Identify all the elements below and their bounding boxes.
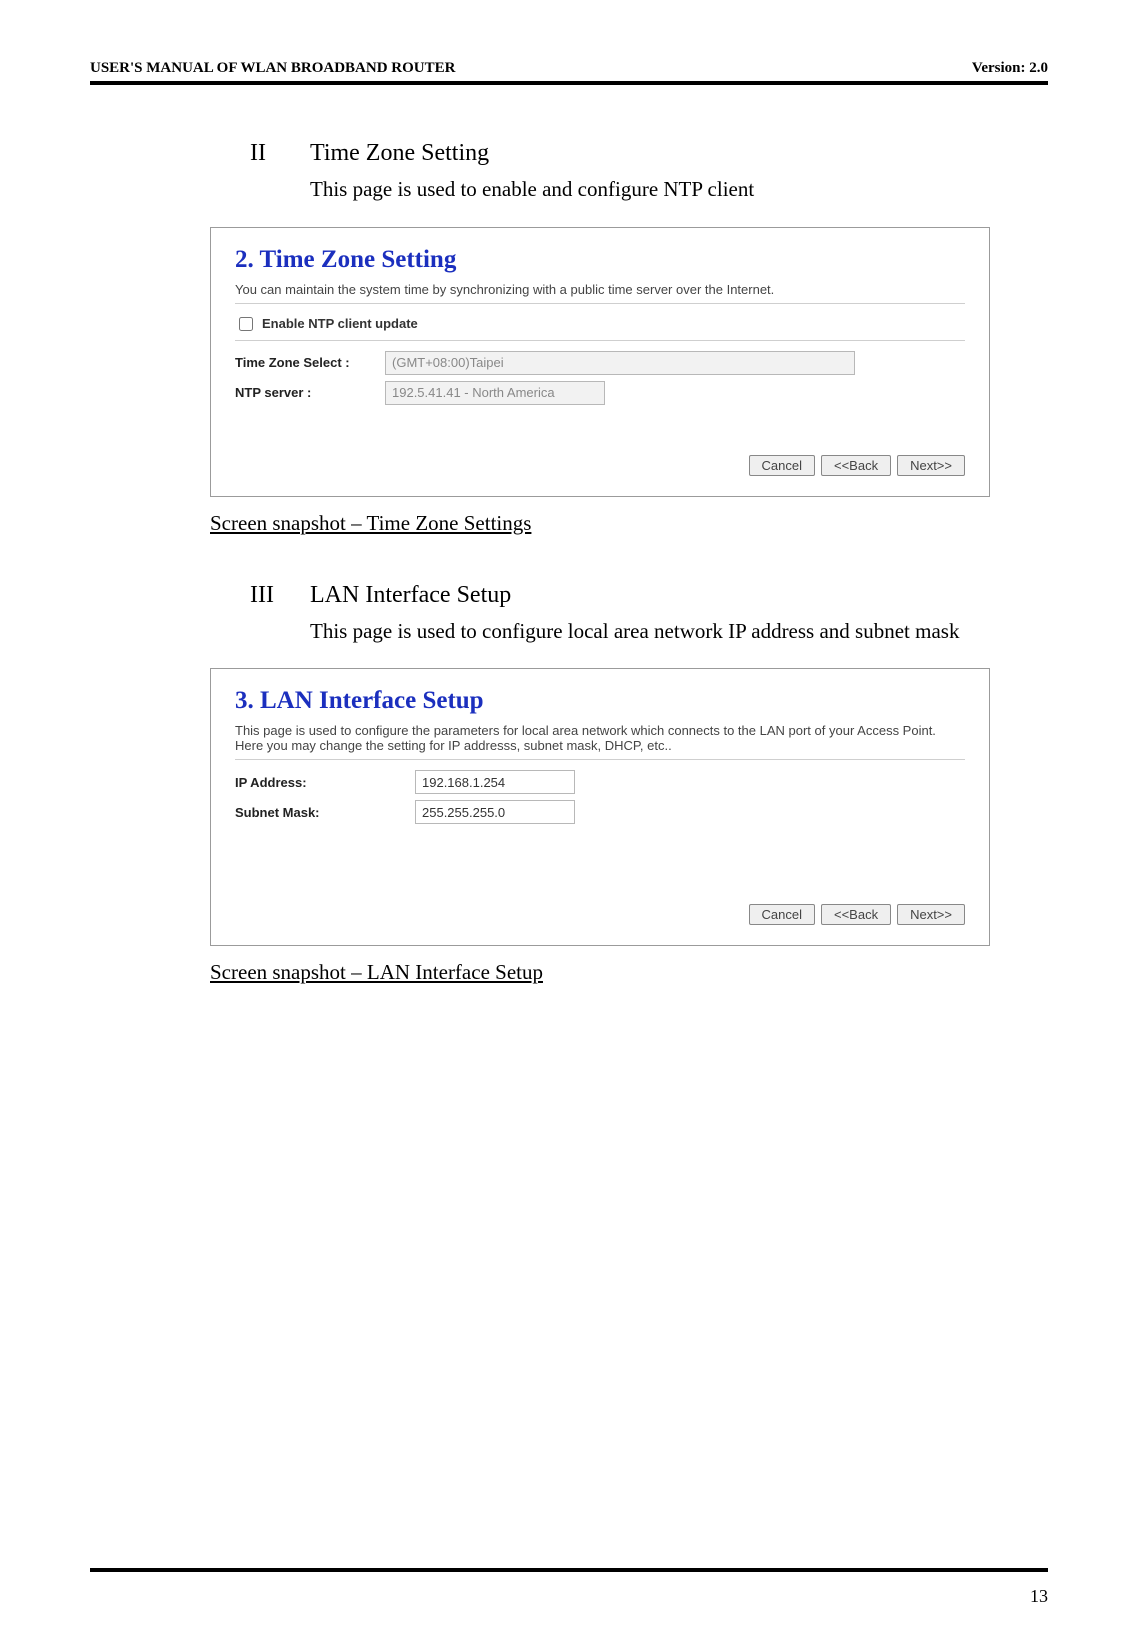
section-2-heading: II Time Zone Setting bbox=[250, 140, 1018, 167]
section-3-heading: III LAN Interface Setup bbox=[250, 582, 1018, 609]
ip-address-input[interactable] bbox=[415, 770, 575, 794]
tz-select-label: Time Zone Select : bbox=[235, 355, 385, 370]
shot1-divider1 bbox=[235, 303, 965, 304]
shot1-divider2 bbox=[235, 340, 965, 341]
subnet-mask-label: Subnet Mask: bbox=[235, 805, 415, 820]
next-button[interactable]: Next>> bbox=[897, 904, 965, 925]
time-zone-screenshot: 2. Time Zone Setting You can maintain th… bbox=[210, 227, 990, 497]
enable-ntp-checkbox[interactable] bbox=[239, 317, 253, 331]
cancel-button[interactable]: Cancel bbox=[749, 455, 815, 476]
header-left: USER'S MANUAL OF WLAN BROADBAND ROUTER bbox=[90, 60, 455, 77]
header-right: Version: 2.0 bbox=[972, 60, 1048, 77]
tz-select[interactable] bbox=[385, 351, 855, 375]
back-button[interactable]: <<Back bbox=[821, 904, 891, 925]
caption-1: Screen snapshot – Time Zone Settings bbox=[210, 511, 1018, 536]
subnet-mask-input[interactable] bbox=[415, 800, 575, 824]
back-button[interactable]: <<Back bbox=[821, 455, 891, 476]
section-3-desc: This page is used to configure local are… bbox=[310, 615, 1018, 649]
caption-2: Screen snapshot – LAN Interface Setup bbox=[210, 960, 1018, 985]
page-number: 13 bbox=[1030, 1586, 1048, 1607]
section-2-desc: This page is used to enable and configur… bbox=[310, 173, 1018, 207]
shot1-title: 2. Time Zone Setting bbox=[235, 246, 965, 274]
shot1-intro: You can maintain the system time by sync… bbox=[235, 282, 965, 297]
section-3-title: LAN Interface Setup bbox=[310, 582, 511, 609]
shot2-title: 3. LAN Interface Setup bbox=[235, 687, 965, 715]
header-rule bbox=[90, 81, 1048, 85]
next-button[interactable]: Next>> bbox=[897, 455, 965, 476]
ntp-server-label: NTP server : bbox=[235, 385, 385, 400]
enable-ntp-label: Enable NTP client update bbox=[262, 316, 418, 331]
shot2-divider bbox=[235, 759, 965, 760]
footer-rule bbox=[90, 1568, 1048, 1572]
ntp-server-select[interactable] bbox=[385, 381, 605, 405]
shot2-intro: This page is used to configure the param… bbox=[235, 723, 965, 753]
section-2-title: Time Zone Setting bbox=[310, 140, 489, 167]
ip-address-label: IP Address: bbox=[235, 775, 415, 790]
lan-interface-screenshot: 3. LAN Interface Setup This page is used… bbox=[210, 668, 990, 946]
cancel-button[interactable]: Cancel bbox=[749, 904, 815, 925]
section-2-roman: II bbox=[250, 140, 310, 167]
section-3-roman: III bbox=[250, 582, 310, 609]
